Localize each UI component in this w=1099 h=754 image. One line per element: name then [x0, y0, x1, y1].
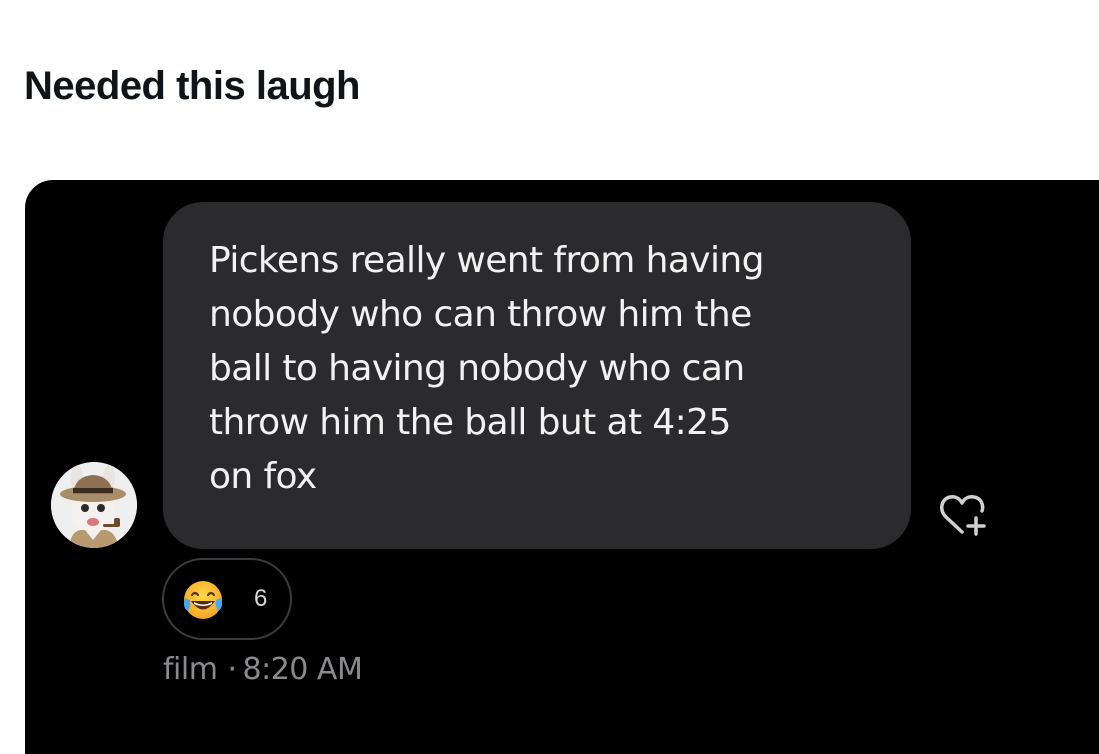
sender-name: film [163, 652, 218, 687]
screenshot-media[interactable]: Pickens really went from having nobody w… [25, 180, 1099, 754]
rabbid-detective-icon [51, 462, 137, 548]
heart-plus-icon[interactable] [938, 492, 988, 538]
avatar[interactable] [51, 462, 137, 548]
reaction-pill[interactable]: 6 [162, 558, 292, 640]
reaction-count: 6 [254, 585, 268, 612]
meta-separator: · [227, 652, 237, 687]
message-meta: film · 8:20 AM [163, 652, 363, 688]
post-title: Needed this laugh [24, 64, 361, 108]
post-container: Needed this laugh Pickens really went fr… [0, 0, 1099, 754]
message-text: Pickens really went from having nobody w… [209, 240, 764, 497]
laughing-with-tears-emoji-icon [184, 581, 222, 619]
message-time: 8:20 AM [242, 652, 363, 687]
message-bubble[interactable]: Pickens really went from having nobody w… [163, 202, 911, 549]
